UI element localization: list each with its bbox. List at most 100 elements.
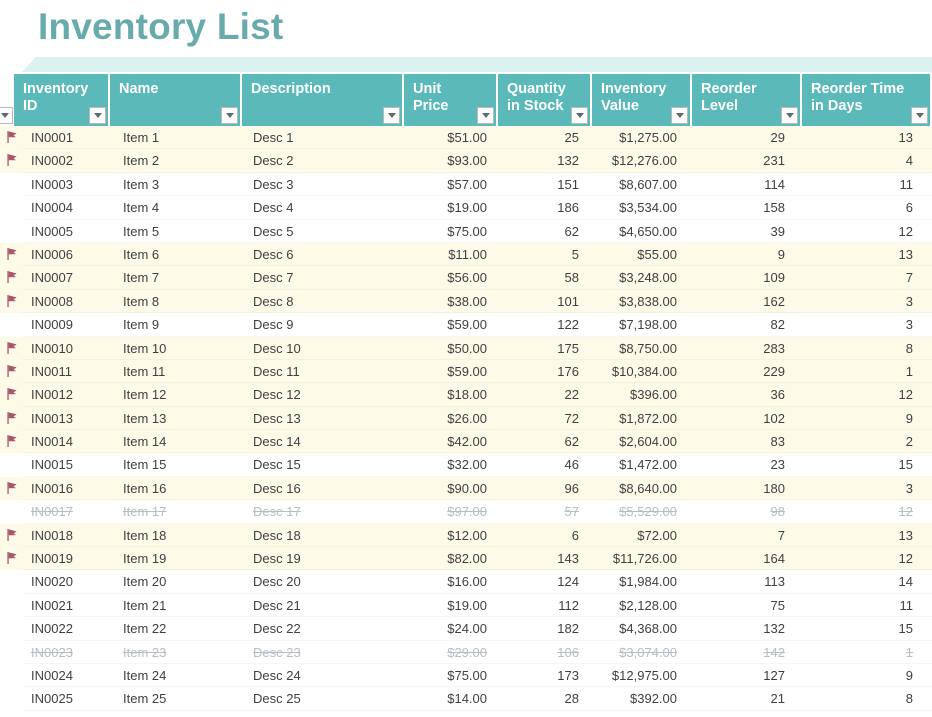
- cell-name[interactable]: Item 13: [114, 407, 244, 430]
- cell-reorder[interactable]: 231: [686, 149, 794, 172]
- cell-reorder[interactable]: 283: [686, 337, 794, 360]
- reorder-flag-cell[interactable]: [0, 149, 22, 172]
- cell-id[interactable]: IN0004: [22, 196, 114, 219]
- cell-name[interactable]: Item 22: [114, 617, 244, 640]
- cell-desc[interactable]: Desc 11: [244, 360, 404, 383]
- flag-icon[interactable]: [5, 481, 19, 496]
- cell-days[interactable]: 2: [794, 430, 922, 453]
- filter-dropdown-name[interactable]: [221, 107, 238, 124]
- cell-price[interactable]: $93.00: [404, 149, 496, 172]
- cell-reorder[interactable]: 75: [686, 594, 794, 617]
- cell-qty[interactable]: 58: [496, 266, 588, 289]
- cell-id[interactable]: IN0019: [22, 547, 114, 570]
- cell-value[interactable]: $8,750.00: [588, 337, 686, 360]
- cell-name[interactable]: Item 3: [114, 173, 244, 196]
- column-header-price[interactable]: Unit Price: [404, 74, 496, 126]
- flag-icon[interactable]: [5, 364, 19, 379]
- cell-price[interactable]: $51.00: [404, 126, 496, 149]
- column-header-days[interactable]: Reorder Time in Days: [802, 74, 930, 126]
- cell-reorder[interactable]: 229: [686, 360, 794, 383]
- cell-days[interactable]: 1: [794, 360, 922, 383]
- cell-id[interactable]: IN0001: [22, 126, 114, 149]
- table-row[interactable]: IN0007 Item 7 Desc 7 $56.00 58 $3,248.00 109 7: [0, 266, 932, 290]
- cell-desc[interactable]: Desc 1: [244, 126, 404, 149]
- cell-price[interactable]: $19.00: [404, 594, 496, 617]
- cell-id[interactable]: IN0009: [22, 313, 114, 336]
- cell-qty[interactable]: 5: [496, 243, 588, 266]
- cell-price[interactable]: $38.00: [404, 290, 496, 313]
- cell-value[interactable]: $10,384.00: [588, 360, 686, 383]
- cell-desc[interactable]: Desc 9: [244, 313, 404, 336]
- reorder-flag-cell[interactable]: [0, 290, 22, 313]
- cell-value[interactable]: $1,275.00: [588, 126, 686, 149]
- cell-name[interactable]: Item 4: [114, 196, 244, 219]
- cell-qty[interactable]: 62: [496, 430, 588, 453]
- cell-qty[interactable]: 112: [496, 594, 588, 617]
- reorder-flag-cell[interactable]: [0, 617, 22, 640]
- reorder-flag-cell[interactable]: [0, 220, 22, 243]
- cell-days[interactable]: 15: [794, 617, 922, 640]
- cell-qty[interactable]: 6: [496, 524, 588, 547]
- cell-reorder[interactable]: 162: [686, 290, 794, 313]
- cell-id[interactable]: IN0013: [22, 407, 114, 430]
- cell-desc[interactable]: Desc 6: [244, 243, 404, 266]
- cell-name[interactable]: Item 16: [114, 477, 244, 500]
- cell-value[interactable]: $4,650.00: [588, 220, 686, 243]
- reorder-flag-cell[interactable]: [0, 594, 22, 617]
- flag-icon[interactable]: [5, 294, 19, 309]
- cell-days[interactable]: 8: [794, 337, 922, 360]
- cell-qty[interactable]: 176: [496, 360, 588, 383]
- cell-desc[interactable]: Desc 25: [244, 687, 404, 710]
- reorder-flag-cell[interactable]: [0, 664, 22, 687]
- cell-qty[interactable]: 101: [496, 290, 588, 313]
- reorder-flag-cell[interactable]: [0, 477, 22, 500]
- cell-desc[interactable]: Desc 2: [244, 149, 404, 172]
- column-header-value[interactable]: Inventory Value: [592, 74, 690, 126]
- cell-days[interactable]: 11: [794, 594, 922, 617]
- table-row[interactable]: IN0001 Item 1 Desc 1 $51.00 25 $1,275.00 29 13: [0, 126, 932, 150]
- cell-price[interactable]: $82.00: [404, 547, 496, 570]
- column-header-name[interactable]: Name: [110, 74, 240, 126]
- reorder-flag-cell[interactable]: [0, 126, 22, 149]
- reorder-flag-cell[interactable]: [0, 360, 22, 383]
- table-row[interactable]: IN0022 Item 22 Desc 22 $24.00 182 $4,368.00 13…: [0, 617, 932, 641]
- cell-id[interactable]: IN0021: [22, 594, 114, 617]
- cell-desc[interactable]: Desc 3: [244, 173, 404, 196]
- cell-reorder[interactable]: 7: [686, 524, 794, 547]
- cell-qty[interactable]: 22: [496, 383, 588, 406]
- cell-value[interactable]: $4,368.00: [588, 617, 686, 640]
- cell-name[interactable]: Item 12: [114, 383, 244, 406]
- cell-id[interactable]: IN0017: [22, 500, 114, 523]
- cell-name[interactable]: Item 20: [114, 570, 244, 593]
- cell-price[interactable]: $24.00: [404, 617, 496, 640]
- cell-price[interactable]: $26.00: [404, 407, 496, 430]
- table-row[interactable]: IN0008 Item 8 Desc 8 $38.00 101 $3,838.00 162 3: [0, 289, 932, 314]
- cell-desc[interactable]: Desc 7: [244, 266, 404, 289]
- cell-name[interactable]: Item 21: [114, 594, 244, 617]
- cell-price[interactable]: $14.00: [404, 687, 496, 710]
- cell-reorder[interactable]: 114: [686, 173, 794, 196]
- column-header-reorder[interactable]: Reorder Level: [692, 74, 800, 126]
- table-row[interactable]: IN0023 Item 23 Desc 23 $29.00 106 $3,074.00 14…: [0, 640, 932, 664]
- cell-name[interactable]: Item 15: [114, 453, 244, 476]
- flag-icon[interactable]: [5, 551, 19, 566]
- flag-icon[interactable]: [5, 130, 19, 145]
- filter-dropdown-price[interactable]: [477, 107, 494, 124]
- filter-dropdown-qty[interactable]: [571, 107, 588, 124]
- table-row[interactable]: IN0018 Item 18 Desc 18 $12.00 6 $72.00 7 13: [0, 523, 932, 548]
- cell-days[interactable]: 1: [794, 641, 922, 664]
- table-row[interactable]: IN0017 Item 17 Desc 17 $97.00 57 $5,529.00 98 1…: [0, 500, 932, 524]
- cell-desc[interactable]: Desc 17: [244, 500, 404, 523]
- cell-value[interactable]: $5,529.00: [588, 500, 686, 523]
- cell-id[interactable]: IN0022: [22, 617, 114, 640]
- table-row[interactable]: IN0011 Item 11 Desc 11 $59.00 176 $10,384.00 2…: [0, 359, 932, 384]
- cell-days[interactable]: 3: [794, 477, 922, 500]
- cell-desc[interactable]: Desc 18: [244, 524, 404, 547]
- table-row[interactable]: IN0025 Item 25 Desc 25 $14.00 28 $392.00 21 8: [0, 687, 932, 711]
- cell-name[interactable]: Item 14: [114, 430, 244, 453]
- cell-days[interactable]: 9: [794, 664, 922, 687]
- table-row[interactable]: IN0012 Item 12 Desc 12 $18.00 22 $396.00 36 12: [0, 383, 932, 407]
- reorder-flag-cell[interactable]: [0, 407, 22, 430]
- cell-id[interactable]: IN0003: [22, 173, 114, 196]
- cell-days[interactable]: 14: [794, 570, 922, 593]
